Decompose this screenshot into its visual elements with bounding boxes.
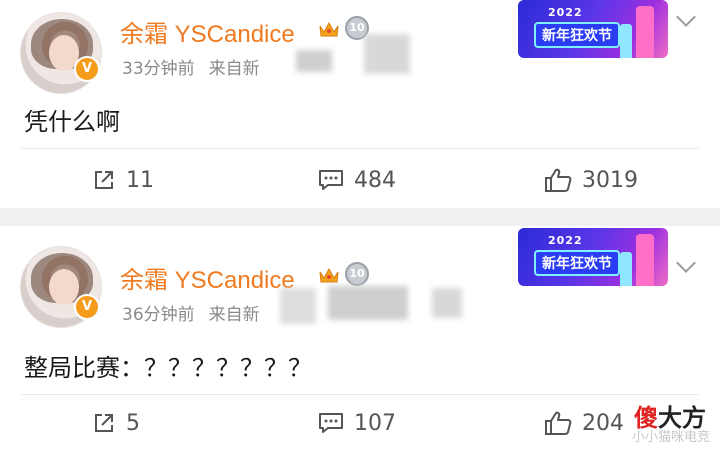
banner-decoration	[636, 6, 654, 58]
comment-icon	[319, 413, 343, 433]
weibo-post: V 余霜 YSCandice 10 33分钟前 来自新 2022 新年狂欢节 凭什…	[0, 0, 720, 208]
banner-decoration	[636, 234, 654, 286]
like-count: 204	[582, 410, 624, 436]
share-icon	[95, 171, 113, 189]
banner-title: 新年狂欢节	[534, 250, 620, 276]
blur-mask	[296, 50, 332, 72]
share-button[interactable]: 11	[92, 160, 154, 200]
action-bar: 5 107 204	[0, 403, 720, 443]
blur-mask	[432, 288, 462, 318]
post-source: 来自新	[208, 305, 260, 325]
user-name[interactable]: 余霜 YSCandice	[120, 14, 295, 49]
post-separator	[0, 208, 720, 226]
comment-button[interactable]: 484	[318, 160, 396, 200]
divider	[22, 394, 698, 395]
medal-icon: 10	[345, 262, 369, 286]
post-time: 36分钟前	[122, 305, 195, 325]
blur-mask	[364, 34, 410, 74]
post-text: 整局比赛：？？？？？？？	[24, 354, 312, 382]
chevron-down-icon[interactable]	[676, 7, 696, 27]
verified-badge: V	[74, 56, 100, 82]
share-count: 11	[126, 167, 154, 193]
chevron-down-icon[interactable]	[676, 253, 696, 273]
comment-button[interactable]: 107	[318, 403, 396, 443]
user-name[interactable]: 余霜 YSCandice	[120, 260, 295, 295]
watermark-sub: 小小猫咪电竞	[631, 430, 710, 445]
post-meta: 36分钟前 来自新	[122, 300, 274, 325]
share-button[interactable]: 5	[92, 403, 140, 443]
action-bar: 11 484 3019	[0, 160, 720, 200]
like-button[interactable]: 204	[544, 403, 624, 443]
new-year-banner[interactable]: 2022 新年狂欢节	[518, 0, 668, 58]
post-time: 33分钟前	[122, 59, 195, 79]
share-count: 5	[126, 410, 140, 436]
like-count: 3019	[582, 167, 638, 193]
blur-mask	[328, 286, 408, 320]
share-icon	[95, 414, 113, 432]
thumbs-up-icon	[545, 168, 572, 192]
post-text: 凭什么啊	[24, 108, 120, 136]
avatar-face	[49, 269, 79, 305]
banner-title: 新年狂欢节	[534, 22, 620, 48]
weibo-post: V 余霜 YSCandice 10 36分钟前 来自新 2022 新年狂欢节 整局…	[0, 226, 720, 451]
post-meta: 33分钟前 来自新	[122, 54, 274, 79]
comment-icon	[319, 170, 343, 190]
crown-icon	[319, 21, 339, 37]
verified-badge: V	[74, 294, 100, 320]
blur-mask	[280, 288, 316, 324]
comment-count: 484	[354, 167, 396, 193]
banner-year: 2022	[548, 6, 583, 19]
crown-icon	[319, 267, 339, 283]
banner-decoration	[620, 252, 632, 286]
comment-count: 107	[354, 410, 396, 436]
post-source: 来自新	[208, 59, 260, 79]
banner-decoration	[620, 24, 632, 58]
like-button[interactable]: 3019	[544, 160, 638, 200]
divider	[22, 148, 698, 149]
thumbs-up-icon	[545, 411, 572, 435]
banner-year: 2022	[548, 234, 583, 247]
new-year-banner[interactable]: 2022 新年狂欢节	[518, 228, 668, 286]
